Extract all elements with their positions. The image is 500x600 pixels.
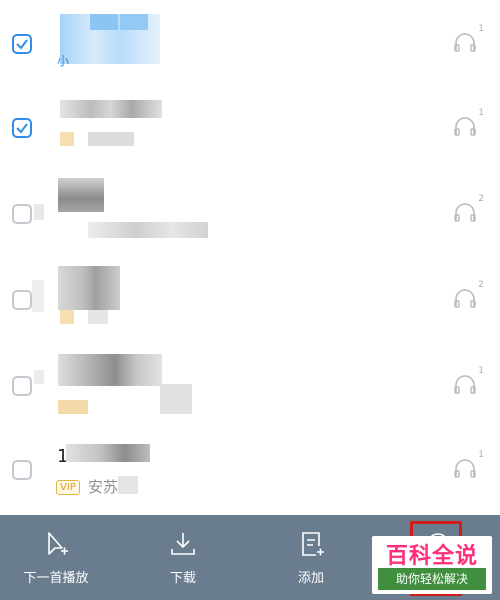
song-row[interactable]: 1	[0, 344, 500, 430]
song-checkbox[interactable]	[12, 290, 32, 310]
song-row[interactable]: 1 VIP 安苏 1	[0, 430, 500, 516]
song-subtitle-fragment: 小	[57, 54, 70, 68]
song-checkbox[interactable]	[12, 204, 32, 224]
blurred-block	[120, 14, 148, 30]
add-to-list-icon	[302, 532, 324, 556]
song-row[interactable]: 2	[0, 258, 500, 344]
headphone-count: 2	[478, 280, 484, 290]
headphone-count: 1	[478, 450, 484, 460]
blurred-song-title	[58, 178, 104, 212]
headphone-icon: 2	[452, 280, 484, 316]
blurred-singer	[88, 310, 108, 324]
blurred-block	[34, 204, 44, 220]
blurred-badge	[60, 310, 74, 324]
headphone-count: 1	[478, 108, 484, 118]
download-button[interactable]: 下载	[128, 515, 238, 600]
headphone-count: 1	[478, 24, 484, 34]
download-label: 下载	[169, 571, 196, 586]
play-next-label: 下一首播放	[23, 571, 89, 586]
play-next-button[interactable]: 下一首播放	[0, 515, 112, 600]
blurred-singer	[88, 222, 208, 238]
download-icon	[171, 533, 195, 555]
blurred-block	[34, 370, 44, 384]
song-checkbox[interactable]	[12, 118, 32, 138]
song-checkbox[interactable]	[12, 460, 32, 480]
blurred-song-title	[58, 266, 120, 310]
headphone-icon: 1	[452, 450, 484, 486]
song-row[interactable]: 2	[0, 172, 500, 258]
singer-name: 安苏	[88, 478, 119, 496]
blurred-singer	[118, 476, 138, 494]
checkmark-icon	[16, 123, 28, 134]
blurred-song-title	[66, 444, 150, 462]
blurred-block	[90, 14, 118, 30]
blurred-block	[32, 280, 44, 312]
blurred-badge	[60, 132, 74, 146]
song-checkbox[interactable]	[12, 34, 32, 54]
vip-badge: VIP	[56, 480, 80, 495]
checkmark-icon	[16, 39, 28, 50]
headphone-icon: 1	[452, 108, 484, 144]
blurred-singer	[160, 384, 192, 414]
blurred-singer	[88, 132, 134, 146]
song-checkbox[interactable]	[12, 376, 32, 396]
watermark-subtitle: 助你轻松解决	[378, 568, 486, 590]
headphone-icon: 1	[452, 366, 484, 402]
headphone-icon: 2	[452, 194, 484, 230]
watermark-title: 百科全说	[385, 544, 478, 569]
blurred-song-title	[58, 354, 162, 386]
blurred-badge	[58, 400, 88, 414]
blurred-song-title	[60, 100, 162, 118]
headphone-count: 1	[478, 366, 484, 376]
watermark-logo: 百科全说 助你轻松解决	[372, 536, 492, 594]
add-to-list-button[interactable]: 添加	[256, 515, 366, 600]
headphone-icon: 1	[452, 24, 484, 60]
add-to-list-label: 添加	[297, 571, 324, 586]
song-row[interactable]: 1	[0, 86, 500, 172]
play-next-icon	[48, 532, 68, 555]
headphone-count: 2	[478, 194, 484, 204]
song-row[interactable]: 小 1	[0, 0, 500, 86]
song-list: 小 1 1 2 2 1 1 VIP 安苏 1	[0, 0, 500, 515]
